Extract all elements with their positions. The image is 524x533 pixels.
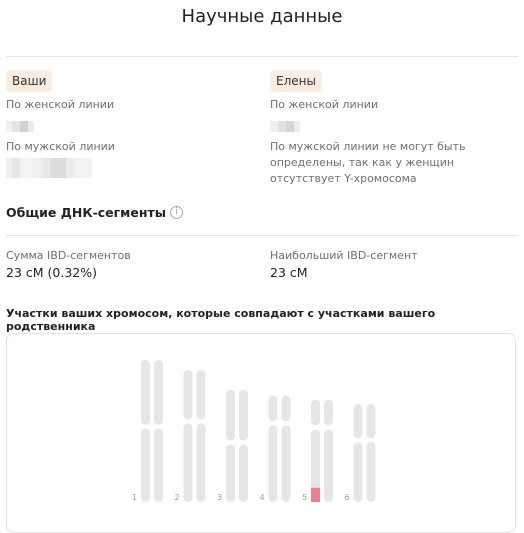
chromosome-3: 3	[217, 389, 248, 502]
divider	[6, 56, 518, 57]
chromatid-arm	[324, 429, 333, 502]
chromosome-4: 4	[260, 395, 291, 502]
info-icon[interactable]: i	[170, 206, 184, 219]
chromatid-arm	[366, 404, 376, 439]
matching-segment[interactable]	[311, 487, 320, 502]
chromatid-arm	[268, 395, 278, 422]
chromatid-arm	[366, 442, 376, 502]
chromosome-number: 3	[217, 493, 222, 502]
page-title: Научные данные	[181, 6, 343, 27]
chromosome-number: 5	[302, 493, 307, 502]
chromatid-arm	[141, 360, 150, 425]
chromatid-arm	[154, 360, 163, 425]
chromosome-ideogram: 1 2 3 4 5 6	[132, 360, 376, 502]
ibd-max-value: 23 сМ	[270, 265, 308, 280]
your-haplogroups: Ваши По женской линии По мужской линии	[6, 70, 256, 179]
chromatid-arm	[183, 369, 193, 420]
ibd-sum-label: Сумма IBD-сегментов	[6, 249, 131, 262]
relative-maternal-value-blurred	[270, 113, 520, 135]
chromosome-6: 6	[345, 404, 376, 502]
chromatid-arm	[183, 423, 193, 502]
relative-haplogroups: Елены По женской линии По мужской линии …	[270, 70, 520, 187]
chromatid-arm	[154, 428, 163, 502]
your-badge: Ваши	[6, 70, 53, 92]
chromatid-arm	[226, 389, 235, 441]
your-paternal-value-blurred	[6, 155, 256, 179]
shared-dna-heading: Общие ДНК-сегменты i	[6, 205, 184, 220]
ibd-sum-value: 23 сМ (0.32%)	[6, 265, 97, 280]
relative-badge: Елены	[270, 70, 322, 92]
chromosome-panel: 1 2 3 4 5 6	[6, 333, 516, 533]
chromatid-arm	[268, 425, 278, 502]
chromosome-heading: Участки ваших хромосом, которые совпадаю…	[6, 307, 436, 333]
chromosome-number: 4	[260, 493, 265, 502]
chromosome-1: 1	[132, 360, 163, 502]
chromosome-number: 1	[132, 493, 137, 502]
relative-paternal-note: По мужской линии не могут быть определен…	[270, 140, 466, 185]
chromosome-number: 6	[345, 493, 350, 502]
your-maternal-label: По женской линии	[6, 98, 115, 111]
chromatid-arm	[226, 444, 235, 502]
your-paternal-label: По мужской линии	[6, 140, 115, 153]
shared-dna-heading-text: Общие ДНК-сегменты	[6, 205, 167, 220]
chromatid-arm	[324, 399, 333, 426]
your-maternal-value-blurred	[6, 113, 256, 135]
chromatid-arm	[281, 395, 291, 422]
chromatid-arm	[311, 399, 320, 426]
chromatid-arm	[196, 423, 206, 502]
chromatid-arm	[141, 428, 150, 502]
chromatid-arm	[196, 369, 206, 420]
relative-maternal-label: По женской линии	[270, 98, 379, 111]
chromatid-arm	[281, 425, 291, 502]
chromatid-arm	[353, 404, 363, 439]
chromosome-5: 5	[302, 399, 333, 502]
divider	[6, 235, 518, 236]
chromosome-2: 2	[175, 369, 206, 502]
chromatid-arm	[239, 444, 248, 502]
chromosome-number: 2	[175, 493, 180, 502]
chromatid-arm	[239, 389, 248, 441]
ibd-max-label: Наибольший IBD-сегмент	[270, 249, 418, 262]
chromatid-arm	[353, 442, 363, 502]
